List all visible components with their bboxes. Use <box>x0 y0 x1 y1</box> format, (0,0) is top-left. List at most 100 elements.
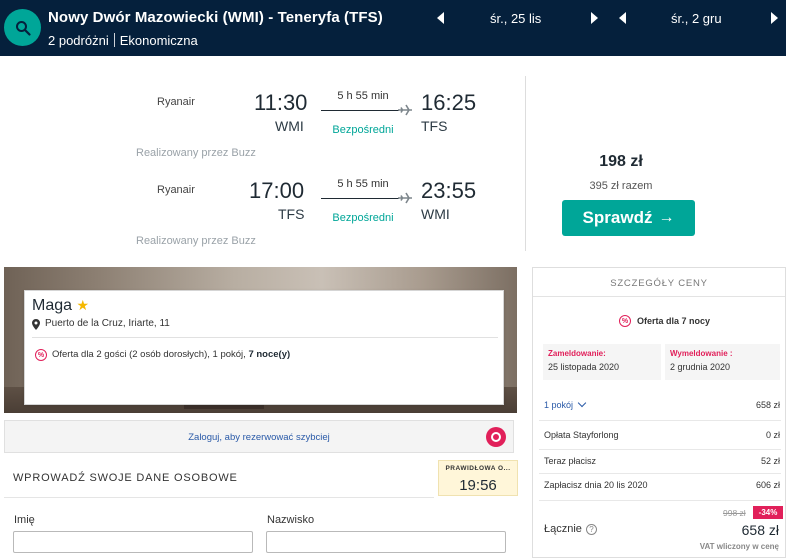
rooms-label: 1 pokój <box>544 400 574 410</box>
outbound-next-date-icon[interactable] <box>591 12 598 24</box>
total-price: 658 zł <box>741 522 779 538</box>
form-title: WPROWADŹ SWOJE DANE OSOBOWE <box>13 472 238 484</box>
search-summary[interactable]: 2 podróżni Ekonomiczna <box>48 33 198 48</box>
pay-later-label: Zapłacisz dnia 20 lis 2020 <box>544 480 648 490</box>
hotel-offer-nights: 7 noce(y) <box>248 349 291 360</box>
last-name-input[interactable] <box>266 531 506 553</box>
return-next-date-icon[interactable] <box>771 12 778 24</box>
percent-badge-icon: % <box>35 349 47 361</box>
stops-info: Bezpośredni <box>332 124 394 136</box>
percent-badge-icon: % <box>619 315 631 327</box>
checkout-date: 2 grudnia 2020 <box>670 362 731 372</box>
rooms-toggle[interactable]: 1 pokój <box>544 398 587 410</box>
hotel-address: Puerto de la Cruz, Iriarte, 11 <box>45 318 170 329</box>
old-price: 998 zł <box>723 508 746 518</box>
rooms-price: 658 zł <box>755 400 780 410</box>
flight-duration: 5 h 55 min <box>337 178 389 190</box>
last-name-label: Nazwisko <box>267 514 315 526</box>
cabin-class: Ekonomiczna <box>119 33 198 48</box>
login-banner: Zaloguj, aby rezerwować szybciej <box>4 420 514 453</box>
hotel-offer-text: Oferta dla 2 gości (2 osób dorosłych), 1… <box>52 349 249 360</box>
hotel-info-card: Maga ★ Puerto de la Cruz, Iriarte, 11 % … <box>24 290 504 405</box>
airline-name: Ryanair <box>157 96 195 108</box>
outbound-prev-date-icon[interactable] <box>437 12 444 24</box>
arrival-time: 23:55 <box>421 178 477 203</box>
chevron-down-icon <box>577 398 587 408</box>
return-date[interactable]: śr., 2 gru <box>671 11 722 26</box>
help-circle-icon[interactable]: ? <box>585 524 597 535</box>
form-divider <box>4 497 434 498</box>
star-icon: ★ <box>76 297 90 313</box>
price-details-panel: SZCZEGÓŁY CENY % Oferta dla 7 nocy Zamel… <box>532 267 786 558</box>
vat-note: VAT wliczony w cenę <box>699 542 779 551</box>
rooms-row[interactable]: 1 pokój 658 zł <box>544 398 780 414</box>
flight-result-card: Ryanair 11:30 WMI 5 h 55 min Bezpośredni… <box>0 56 786 261</box>
hotel-name: Maga <box>32 297 73 314</box>
travelers-count: 2 podróżni <box>48 33 109 48</box>
offer-timer: PRAWIDŁOWA O... 19:56 <box>438 460 518 496</box>
stay-offer: Oferta dla 7 nocy <box>637 316 711 326</box>
search-header: Nowy Dwór Mazowiecki (WMI) - Teneryfa (T… <box>0 0 786 56</box>
arrival-airport: TFS <box>421 118 448 134</box>
search-button[interactable] <box>4 9 41 46</box>
arrival-time: 16:25 <box>421 90 477 115</box>
timer-value: 19:56 <box>459 477 497 494</box>
operated-by: Realizowany przez Buzz <box>136 235 256 247</box>
row-divider <box>539 500 781 501</box>
discount-badge: -34% <box>753 506 783 519</box>
flight-path-line <box>321 110 399 111</box>
first-name-label: Imię <box>14 514 35 526</box>
login-link[interactable]: Zaloguj, aby rezerwować szybciej <box>5 432 513 443</box>
departure-time: 11:30 <box>254 90 308 115</box>
summary-divider <box>113 33 115 47</box>
return-prev-date-icon[interactable] <box>619 12 626 24</box>
row-divider <box>539 473 781 474</box>
checkin-date: 25 listopada 2020 <box>548 362 620 372</box>
first-name-input[interactable] <box>13 531 253 553</box>
search-icon <box>15 20 31 36</box>
departure-airport: TFS <box>278 206 305 222</box>
departure-airport: WMI <box>275 118 304 134</box>
checkout-box: Wymeldowanie : 2 grudnia 2020 <box>665 344 780 380</box>
pay-now-row: Teraz płacisz 52 zł <box>544 456 780 470</box>
personal-data-form: WPROWADŹ SWOJE DANE OSOBOWE PRAWIDŁOWA O… <box>4 460 518 558</box>
flight-duration: 5 h 55 min <box>337 90 389 102</box>
departure-time: 17:00 <box>249 178 305 203</box>
price-total: 395 zł razem <box>589 180 653 192</box>
total-row: Łącznie? <box>544 523 597 535</box>
hotel-divider <box>32 337 498 338</box>
row-divider <box>539 449 781 450</box>
hotel-offer-details: Oferta dla 2 gości (2 osób dorosłych), 1… <box>52 349 290 360</box>
timer-label: PRAWIDŁOWA O... <box>445 465 511 472</box>
arrival-airport: WMI <box>421 206 450 222</box>
fee-value: 0 zł <box>765 430 780 440</box>
check-button-label: Sprawdź <box>582 208 653 227</box>
plane-icon <box>398 104 412 116</box>
fee-label: Opłata Stayforlong <box>544 430 619 440</box>
price-details-title: SZCZEGÓŁY CENY <box>610 278 708 289</box>
checkin-label: Zameldowanie: <box>548 349 606 358</box>
checkin-box: Zameldowanie: 25 listopada 2020 <box>543 344 661 380</box>
row-divider <box>539 420 781 421</box>
check-button[interactable]: Sprawdź → <box>562 200 695 236</box>
total-label: Łącznie <box>544 523 582 535</box>
hotel-title: Maga ★ <box>32 297 89 315</box>
map-pin-icon <box>32 319 40 330</box>
pay-later-row: Zapłacisz dnia 20 lis 2020 606 zł <box>544 480 780 494</box>
price-per-person: 198 zł <box>599 153 643 170</box>
pay-now-label: Teraz płacisz <box>544 456 597 466</box>
stops-info: Bezpośredni <box>332 212 394 224</box>
login-icon[interactable] <box>486 427 506 447</box>
hotel-photo: Maga ★ Puerto de la Cruz, Iriarte, 11 % … <box>4 267 517 413</box>
route-title[interactable]: Nowy Dwór Mazowiecki (WMI) - Teneryfa (T… <box>48 9 383 26</box>
login-icon-ring <box>491 432 501 442</box>
plane-icon <box>398 192 412 204</box>
panel-divider <box>533 296 785 297</box>
flight-path-line <box>321 198 399 199</box>
pay-later-value: 606 zł <box>755 480 780 490</box>
arrow-right-icon: → <box>658 209 675 226</box>
outbound-date[interactable]: śr., 25 lis <box>490 11 541 26</box>
fee-row: Opłata Stayforlong 0 zł <box>544 430 780 444</box>
pay-now-value: 52 zł <box>760 456 780 466</box>
airline-name: Ryanair <box>157 184 195 196</box>
